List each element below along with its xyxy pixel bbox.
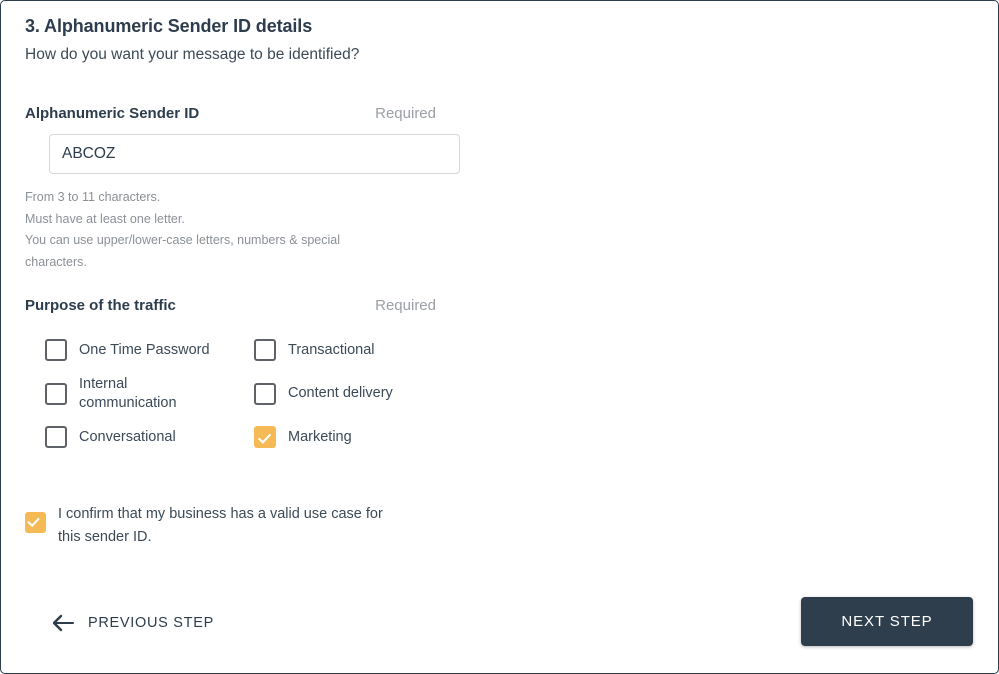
checkbox-checked-icon[interactable] (25, 512, 46, 533)
page-title: 3. Alphanumeric Sender ID details (25, 16, 312, 37)
purpose-option-label: Internal communication (79, 375, 199, 413)
checkbox-checked-icon[interactable] (254, 426, 276, 448)
form-content: 3. Alphanumeric Sender ID details How do… (25, 1, 976, 673)
purpose-option-label: Conversational (79, 428, 176, 447)
purpose-option-marketing[interactable]: Marketing (239, 418, 445, 456)
sender-id-input[interactable] (49, 134, 460, 174)
checkbox-icon[interactable] (254, 383, 276, 405)
checkbox-icon[interactable] (45, 383, 67, 405)
page-subtitle: How do you want your message to be ident… (25, 46, 359, 64)
confirmation-label: I confirm that my business has a valid u… (58, 503, 408, 549)
helper-line-3: You can use upper/lower-case letters, nu… (25, 230, 385, 273)
checkbox-icon[interactable] (254, 339, 276, 361)
purpose-option-one-time-password[interactable]: One Time Password (25, 331, 239, 369)
helper-line-1: From 3 to 11 characters. (25, 187, 385, 209)
purpose-option-label: Content delivery (288, 384, 393, 403)
purpose-row: One Time Password Transactional (25, 331, 445, 369)
checkbox-icon[interactable] (45, 426, 67, 448)
purpose-checkbox-group: One Time Password Transactional Internal… (25, 331, 445, 456)
purpose-option-conversational[interactable]: Conversational (25, 418, 239, 456)
purpose-option-internal-communication[interactable]: Internal communication (25, 369, 239, 418)
purpose-label: Purpose of the traffic (25, 297, 176, 314)
sender-id-label: Alphanumeric Sender ID (25, 105, 199, 122)
helper-line-2: Must have at least one letter. (25, 209, 385, 231)
previous-step-button[interactable]: PREVIOUS STEP (45, 605, 220, 641)
purpose-row: Internal communication Content delivery (25, 369, 445, 418)
arrow-left-icon (51, 613, 75, 633)
purpose-label-row: Purpose of the traffic Required (25, 297, 436, 314)
sender-id-required-badge: Required (375, 105, 436, 122)
checkbox-icon[interactable] (45, 339, 67, 361)
purpose-row: Conversational Marketing (25, 418, 445, 456)
purpose-option-label: Transactional (288, 341, 375, 360)
next-step-button[interactable]: NEXT STEP (801, 597, 973, 646)
purpose-option-label: Marketing (288, 428, 352, 447)
confirmation-checkbox-row[interactable]: I confirm that my business has a valid u… (25, 503, 445, 549)
purpose-option-transactional[interactable]: Transactional (239, 331, 445, 369)
purpose-option-content-delivery[interactable]: Content delivery (239, 369, 445, 418)
previous-step-label: PREVIOUS STEP (88, 615, 214, 631)
sender-id-label-row: Alphanumeric Sender ID Required (25, 105, 436, 122)
purpose-option-label: One Time Password (79, 341, 210, 360)
sender-id-helper-text: From 3 to 11 characters. Must have at le… (25, 187, 385, 273)
sender-id-step-card: 3. Alphanumeric Sender ID details How do… (0, 0, 999, 674)
purpose-required-badge: Required (375, 297, 436, 314)
